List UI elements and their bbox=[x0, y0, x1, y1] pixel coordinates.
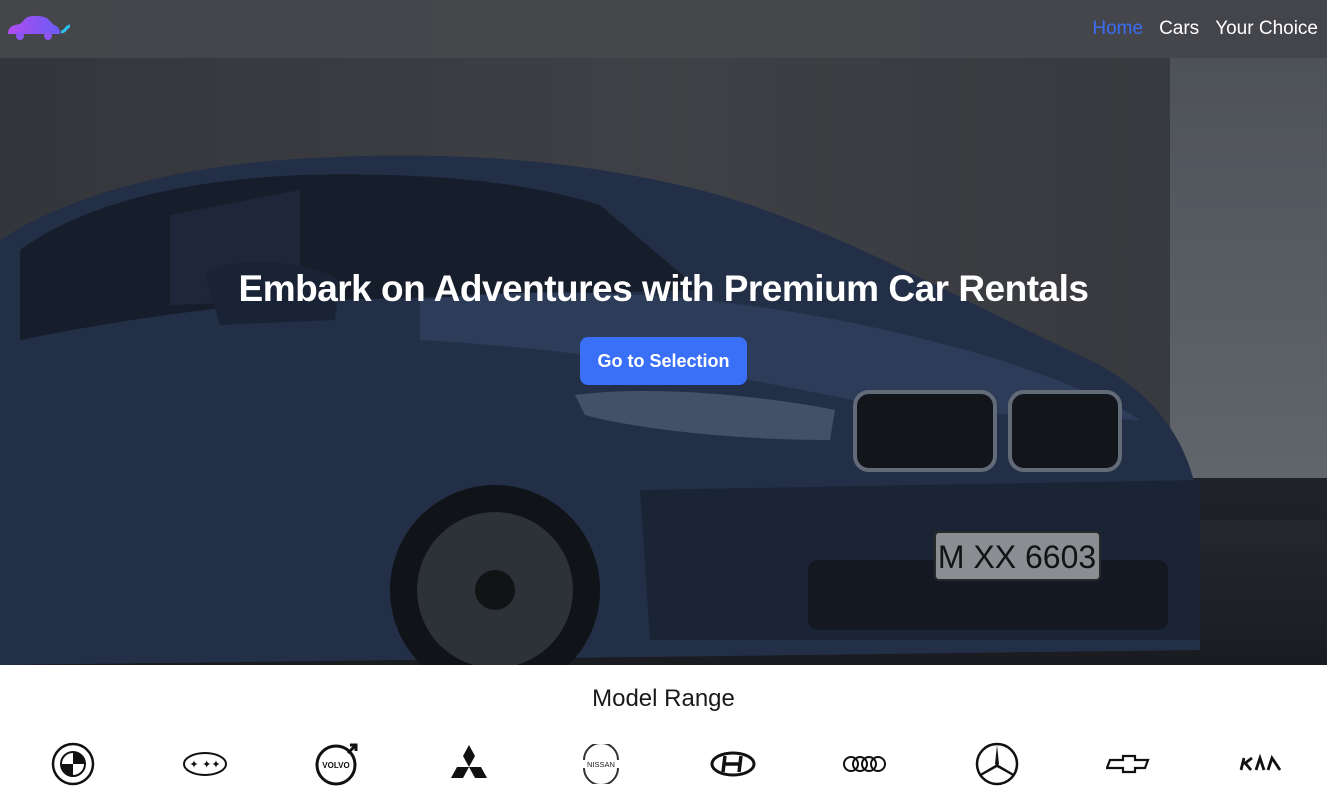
model-range-title: Model Range bbox=[592, 685, 735, 712]
navbar: Home Cars Your Choice bbox=[0, 0, 1327, 58]
brand-mitsubishi[interactable] bbox=[446, 741, 492, 787]
volvo-icon: VOLVO bbox=[315, 743, 358, 786]
nissan-icon: NISSAN bbox=[583, 744, 619, 784]
brand-bmw[interactable] bbox=[50, 741, 96, 787]
car-logo-icon[interactable] bbox=[6, 14, 72, 44]
brand-logo-row: ✦ ✦✦ VOLVO NISSAN bbox=[0, 741, 1327, 796]
nav-links: Home Cars Your Choice bbox=[1092, 18, 1318, 40]
bmw-icon bbox=[51, 742, 95, 786]
mitsubishi-icon bbox=[451, 745, 487, 778]
go-to-selection-button[interactable]: Go to Selection bbox=[580, 337, 747, 385]
hyundai-icon bbox=[710, 751, 756, 777]
model-range-section: Model Range ✦ ✦✦ VOLVO NISSAN bbox=[0, 665, 1327, 796]
kia-icon bbox=[1239, 754, 1282, 771]
nav-link-cars[interactable]: Cars bbox=[1159, 18, 1199, 40]
brand-nissan[interactable]: NISSAN bbox=[578, 741, 624, 787]
nissan-label: NISSAN bbox=[587, 760, 615, 769]
hero-title: Embark on Adventures with Premium Car Re… bbox=[238, 268, 1089, 309]
brand-hyundai[interactable] bbox=[710, 741, 756, 787]
chevrolet-icon bbox=[1106, 754, 1150, 774]
hero-content: Embark on Adventures with Premium Car Re… bbox=[0, 268, 1327, 385]
nav-link-your-choice[interactable]: Your Choice bbox=[1215, 18, 1318, 40]
brand-audi[interactable] bbox=[842, 741, 888, 787]
volvo-label: VOLVO bbox=[322, 761, 349, 770]
brand-volvo[interactable]: VOLVO bbox=[314, 741, 360, 787]
nav-link-home[interactable]: Home bbox=[1092, 18, 1143, 40]
brand-subaru[interactable]: ✦ ✦✦ bbox=[182, 741, 228, 787]
hero-section: M XX 6603 Embark on Adventures with Prem… bbox=[0, 0, 1327, 665]
svg-text:✦ ✦✦: ✦ ✦✦ bbox=[189, 758, 220, 771]
brand-kia[interactable] bbox=[1238, 741, 1284, 787]
brand-chevrolet[interactable] bbox=[1106, 741, 1152, 787]
subaru-icon: ✦ ✦✦ bbox=[183, 752, 227, 776]
brand-mercedes[interactable] bbox=[974, 741, 1020, 787]
mercedes-icon bbox=[975, 742, 1019, 786]
audi-icon bbox=[843, 756, 886, 772]
